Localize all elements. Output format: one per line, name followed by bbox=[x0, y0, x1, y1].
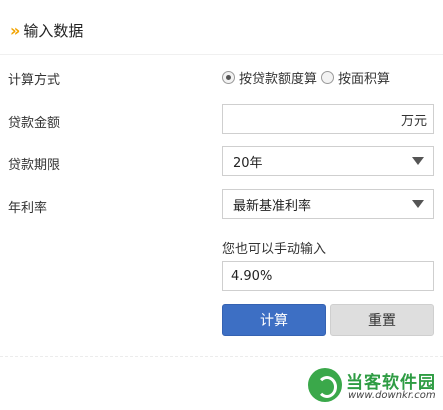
calculate-button[interactable]: 计算 bbox=[222, 304, 326, 336]
radio-unchecked-icon[interactable] bbox=[321, 71, 335, 84]
watermark-logo-icon bbox=[308, 368, 342, 402]
radio-label-by-loan-amount: 按贷款额度算 bbox=[239, 72, 318, 87]
double-chevron-icon: » bbox=[10, 20, 20, 40]
method-radio-group: 按贷款额度算 按面积算 bbox=[222, 68, 394, 87]
loan-amount-input[interactable]: 万元 bbox=[222, 104, 434, 134]
amount-label: 贷款金额 bbox=[8, 116, 61, 131]
rate-select-value: 最新基准利率 bbox=[233, 198, 312, 214]
rate-label: 年利率 bbox=[8, 201, 48, 216]
watermark: 当客软件园 www.downkr.com bbox=[308, 366, 438, 406]
rate-input[interactable]: 4.90% bbox=[222, 261, 434, 291]
loan-term-select[interactable]: 20年 bbox=[222, 146, 434, 176]
radio-checked-icon[interactable] bbox=[222, 71, 235, 84]
rate-input-value[interactable]: 4.90% bbox=[231, 269, 272, 284]
radio-by-loan-amount[interactable]: 按贷款额度算 bbox=[222, 68, 317, 87]
header-divider bbox=[0, 54, 443, 55]
dropdown-arrow-icon[interactable] bbox=[403, 190, 433, 218]
dropdown-arrow-icon[interactable] bbox=[403, 147, 433, 175]
radio-label-by-area: 按面积算 bbox=[338, 72, 391, 87]
radio-by-area[interactable]: 按面积算 bbox=[321, 68, 390, 87]
rate-hint: 您也可以手动输入 bbox=[222, 242, 327, 257]
section-title: 输入数据 bbox=[23, 21, 84, 40]
watermark-url: www.downkr.com bbox=[348, 390, 436, 401]
amount-unit: 万元 bbox=[400, 113, 427, 129]
footer-divider bbox=[0, 356, 443, 357]
rate-select[interactable]: 最新基准利率 bbox=[222, 189, 434, 219]
reset-button[interactable]: 重置 bbox=[330, 304, 434, 336]
method-label: 计算方式 bbox=[8, 73, 61, 88]
term-label: 贷款期限 bbox=[8, 158, 61, 173]
loan-term-value: 20年 bbox=[233, 155, 263, 171]
section-header: » 输入数据 bbox=[10, 18, 83, 42]
